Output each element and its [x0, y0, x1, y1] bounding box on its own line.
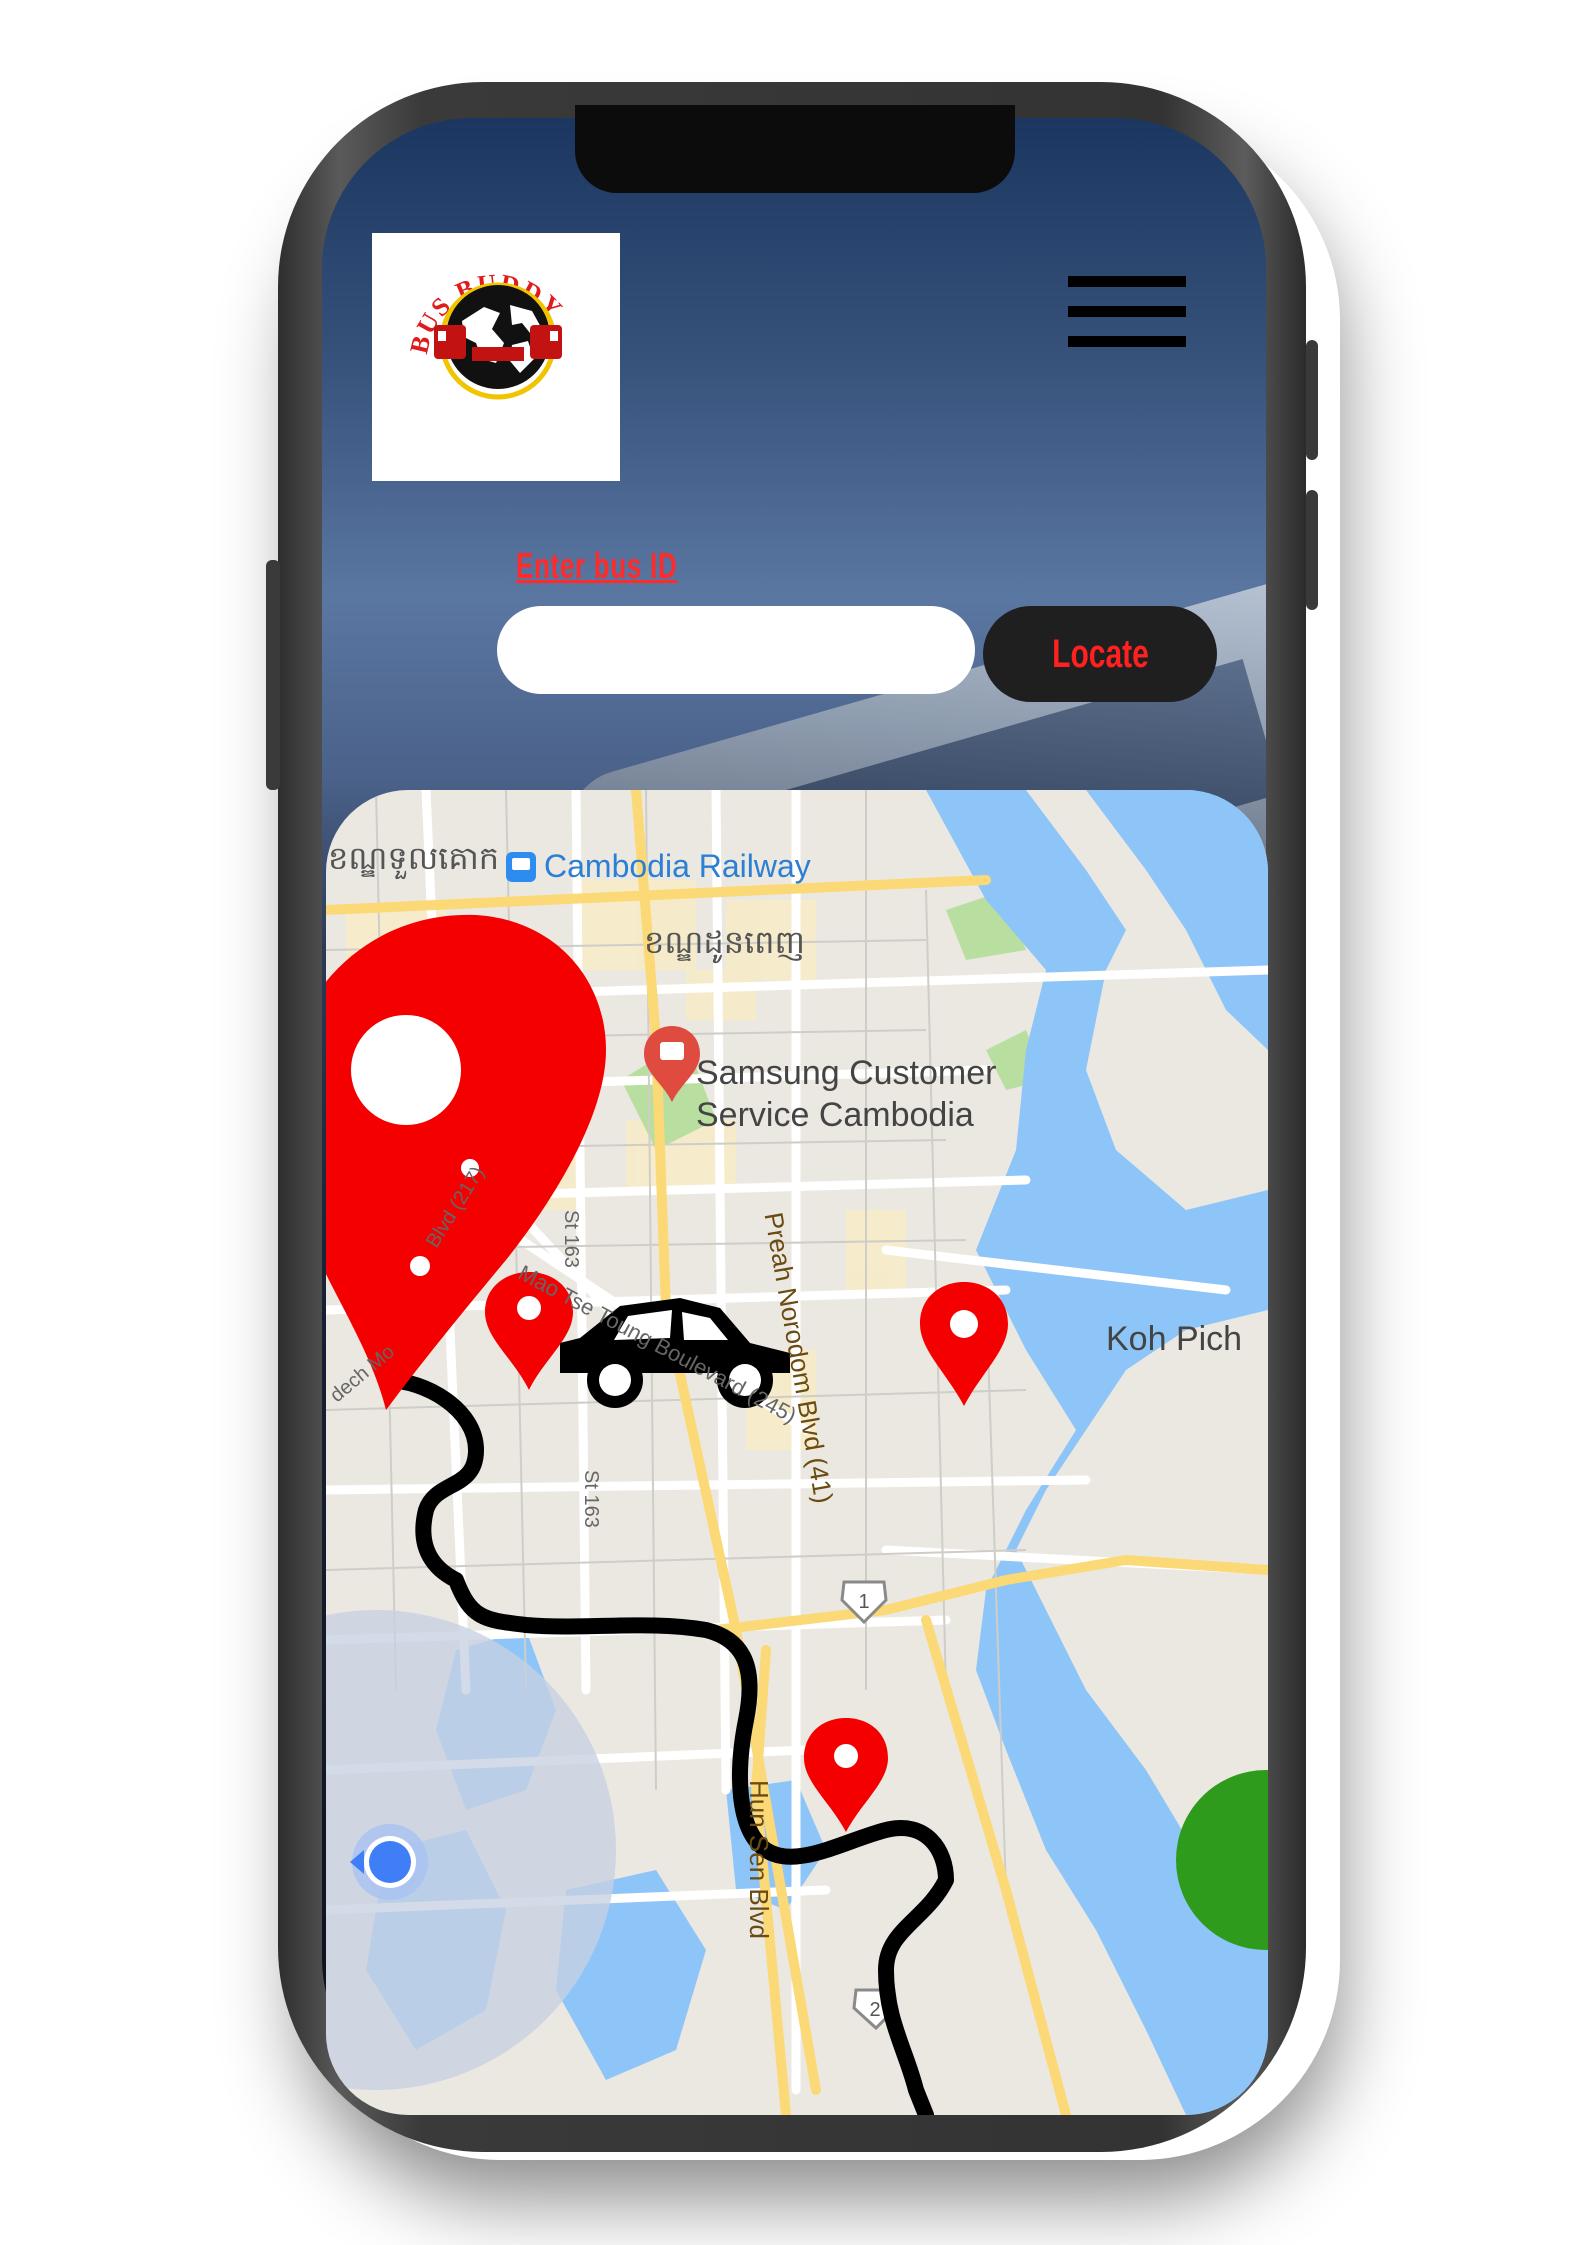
svg-text:1: 1	[858, 1591, 869, 1613]
map-label-island: Koh Pich	[1106, 1320, 1243, 1358]
map-canvas: 1 2	[326, 790, 1268, 2115]
svg-text:2: 2	[869, 1999, 880, 2021]
poi-line: Service Cambodia	[696, 1096, 974, 1134]
bus-buddy-logo-icon: BUS BUDDY	[404, 268, 567, 400]
bus-stop-pin-icon[interactable]	[920, 1282, 1008, 1406]
bus-stop-pin-icon[interactable]	[804, 1718, 888, 1832]
map-label-district: ខណ្ឌដូនពេញ	[644, 924, 805, 960]
app-logo[interactable]: BUS BUDDY	[372, 233, 620, 481]
map-label-road: St 163	[560, 1210, 582, 1268]
current-location-dot[interactable]	[369, 1841, 411, 1883]
menu-bar	[1068, 306, 1186, 317]
map-label-road: St 163	[580, 1470, 602, 1528]
menu-bar	[1068, 276, 1186, 287]
poi-line: Samsung Customer	[696, 1054, 997, 1092]
map-label-poi: Samsung Customer Service Cambodia	[696, 1052, 996, 1136]
map-view[interactable]: 1 2 ខណ្ឌទួលគោក Cambodia Railway ខណ្ឌដូនព…	[326, 790, 1268, 2115]
bus-id-input[interactable]	[497, 606, 975, 694]
menu-bar	[1068, 336, 1186, 347]
hamburger-menu-icon[interactable]	[1068, 276, 1186, 356]
bus-id-label: Enter bus ID	[516, 545, 678, 586]
phone-side-button	[1306, 490, 1318, 610]
phone-notch	[575, 105, 1015, 193]
map-label-road: Hun Sen Blvd	[744, 1780, 774, 1939]
locate-button[interactable]: Locate	[983, 606, 1217, 702]
map-label-railway: Cambodia Railway	[544, 848, 811, 884]
map-label-district: ខណ្ឌទួលគោក	[328, 840, 500, 876]
phone-side-button	[1306, 340, 1318, 460]
phone-side-button	[266, 560, 280, 790]
